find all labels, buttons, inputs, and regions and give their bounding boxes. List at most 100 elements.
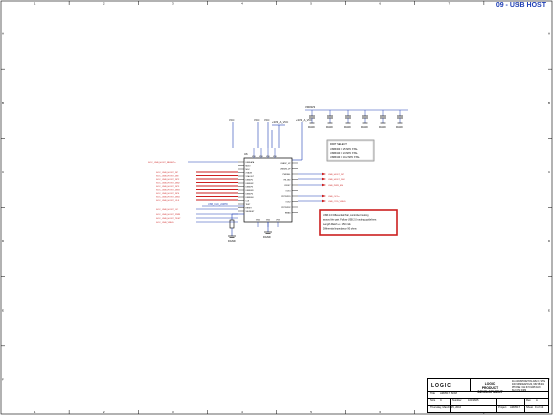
net-label: SOC_USB_HOST_PWR — [156, 214, 180, 216]
chip-pin-label: OCS2 — [285, 201, 290, 203]
company-line2: PRODUCT DEVELOPMENT — [477, 386, 503, 394]
border-row-label: B — [2, 101, 4, 105]
chip-pin-label: USBDATA — [246, 161, 255, 164]
border-row-label: C — [548, 170, 551, 174]
net-label: SOC_USB_HOST_CLK — [156, 200, 180, 202]
chip-pin-label: CRFILT — [284, 185, 291, 187]
net-label: USB_HOST_DP — [328, 174, 345, 176]
chip-pin-label: MDC — [246, 169, 251, 171]
company-name: LOGIC PRODUCT DEVELOPMENT — [472, 382, 508, 394]
net-label: SOC_USB_HOST_DP4 — [156, 193, 180, 195]
border-col-label: 6 — [379, 410, 381, 414]
usb-routing-note: USB 2.0 Differential Pair, controlled ro… — [319, 209, 398, 236]
chip-pin-label: RBIAS — [285, 211, 291, 214]
chip-pin-label: USBDP4 — [246, 193, 254, 195]
title-label: Title — [430, 392, 435, 395]
border-row-label: B — [548, 101, 550, 105]
chip-pin-label: GND — [256, 220, 261, 222]
chip-pin-label: USBDM3 — [246, 190, 254, 192]
border-row-label: A — [2, 32, 4, 36]
net-label: SOC_USB_HOST_DM4 — [156, 196, 180, 198]
border-col-label: 3 — [172, 2, 174, 6]
net-flag — [322, 172, 326, 176]
schematic-sheet: 1122334455667788AABBCCDDEEFF VCC VCC VCC… — [0, 0, 553, 415]
chip-pin-label: VDD — [266, 156, 271, 158]
part-note-line: USB3340 = 19.2 MHz XTAL — [330, 156, 360, 159]
net-label: SOC_USB_HOST_RESETn — [148, 162, 176, 164]
gnd-label: DGND — [308, 127, 315, 129]
chip-pin-label: USBDM4 — [246, 197, 254, 199]
border-col-label: 7 — [448, 2, 450, 6]
chip-pin-label: XTALOUT — [246, 175, 255, 178]
net-label: SOC_USB_HOST_DP3 — [156, 186, 180, 188]
usb-note-line: Differential impedance 90 ohms — [323, 228, 357, 231]
net-label: SOC_USB_HOST_DM3 — [156, 189, 180, 191]
chip-pin-label: XTALIN — [246, 171, 253, 174]
usb-hub-chip: U6 VDD VDD VDD VDDUSBDATAMDIOMDCXTALINXTALO… — [238, 148, 298, 227]
net-label: SOC_USB_HOST_DM — [156, 175, 179, 177]
rail-3v3-label: +3V3_A_VCC — [272, 120, 288, 124]
chip-pin-label: PRTPWR1 — [281, 196, 290, 198]
net-label: SOC_USB_HOST_DP2 — [156, 179, 180, 181]
chip-pin-label: VDD — [259, 156, 264, 158]
size-label: Size — [430, 399, 436, 402]
gnd-label: DGND — [396, 127, 403, 129]
net-label: USB_OTG_VBUS — [328, 201, 346, 203]
rev-value: A — [536, 399, 538, 402]
border-col-label: 1 — [34, 410, 36, 414]
net-label: SOC_USB_HOST_OC — [156, 209, 179, 211]
sheet-title: 09 - USB HOST — [495, 2, 546, 9]
vcc-left-label: VCC — [229, 118, 235, 122]
border-row-label: E — [2, 308, 4, 312]
net-label: SOC_USB_HOST_DP — [156, 172, 179, 174]
gnd-label: DGND — [344, 127, 351, 129]
usb-note-line: USB 2.0 Differential Pair, controlled ro… — [323, 214, 369, 217]
left-net-bus: SOC_USB_HOST_RESETnSOC_USB_HOST_DPSOC_US… — [148, 161, 238, 224]
size-value: C — [440, 399, 442, 402]
border-col-label: 4 — [241, 410, 243, 414]
chip-pin-label: USBDM_UP — [280, 168, 291, 170]
part-note-title: PART SELECT: — [330, 143, 348, 146]
title-block: LOGIC LOGIC PRODUCT DEVELOPMENT 411 WASH… — [427, 378, 549, 413]
border-col-label: 2 — [103, 2, 105, 6]
chip-pin-label: PWRSEL — [283, 174, 291, 176]
border-col-label: 6 — [379, 2, 381, 6]
usb-note-line: Length Match +/- 150 mils — [323, 223, 351, 226]
inline-net-label: USB_CLK_24MHz — [208, 203, 229, 206]
sheet-label: Sheet — [526, 406, 534, 409]
border-col-label: 5 — [310, 410, 312, 414]
chip-pin-label: USBDP2 — [246, 179, 254, 181]
decoupling-caps: VDD3V3 DGND DGND DGND DGND DGND DGND — [305, 105, 408, 129]
gnd-label: DGND — [326, 127, 333, 129]
border-row-label: E — [548, 308, 550, 312]
net-label: USB_OC1n — [328, 196, 340, 198]
chip-pin-label: GND — [266, 220, 271, 222]
part-note-line: USB3320 = 24 MHz XTAL — [330, 152, 358, 155]
net-label: USB_PWR_EN — [328, 185, 343, 187]
right-net-bus: USB_HOST_DP USB_HOST_DM USB_PWR_EN USB_OC1n… — [298, 172, 346, 203]
border-row-label: D — [2, 239, 5, 243]
chip-pin-label: VDD — [273, 156, 278, 158]
net-label: USB_HOST_DM — [328, 179, 345, 181]
chip-pin-label: OCS1 — [285, 190, 290, 192]
gnd-label: DGND — [263, 235, 271, 239]
chip-pin-label: MDIO — [246, 165, 251, 167]
part-select-note: PART SELECT: USB3300 = 25 MHz XTAL USB33… — [326, 139, 375, 162]
rev-label: Rev — [526, 399, 531, 402]
gnd-label: DGND — [361, 127, 368, 129]
net-flag — [322, 183, 326, 187]
number-label: Number — [452, 399, 462, 402]
border-col-label: 5 — [310, 2, 312, 6]
net-label: SOC_USB_VBUS — [156, 222, 174, 224]
vcc-mid2-label: VCC — [264, 118, 270, 122]
border-col-label: 4 — [241, 2, 243, 6]
power-rail-labels: VCC VCC VCC +3V3_A_VCC +3V3_A_VCC — [229, 118, 312, 124]
border-col-label: 2 — [103, 410, 105, 414]
vcc-mid1-label: VCC — [254, 118, 260, 122]
chip-pin-label: USBDP_UP — [280, 163, 291, 165]
part-note-line: USB3300 = 25 MHz XTAL — [330, 148, 358, 151]
net-label: SOC_USB_HOST_DM2 — [156, 182, 180, 184]
chip-pin-label: TEST — [246, 204, 252, 206]
net-flag — [322, 177, 326, 181]
date-label: Thursday, March 25, 2010 — [430, 406, 462, 409]
